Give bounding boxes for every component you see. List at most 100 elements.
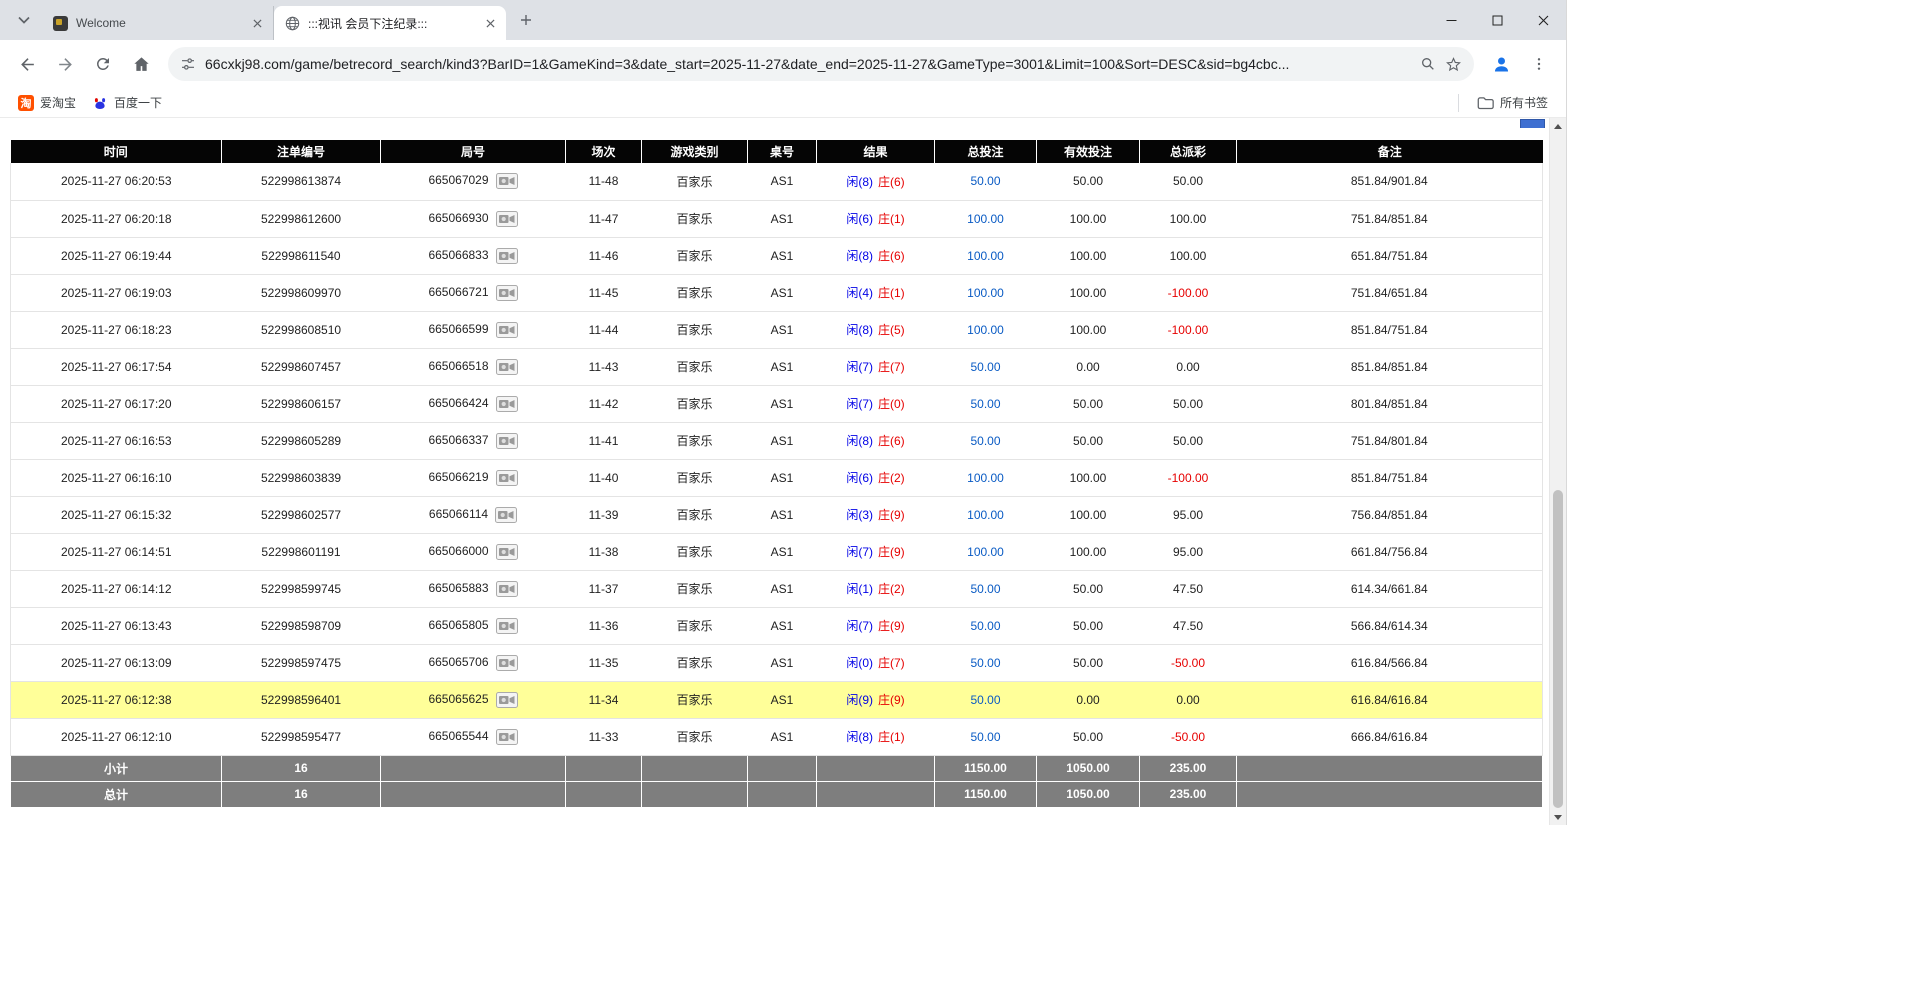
cell-table-no: AS1 (748, 274, 817, 311)
cell-result: 闲(8)庄(6) (817, 237, 935, 274)
bet-amount-link[interactable]: 100.00 (967, 545, 1004, 559)
bookmark-taobao[interactable]: 淘 爱淘宝 (10, 91, 84, 114)
tab-search-chevron-icon[interactable] (10, 6, 38, 34)
video-replay-icon[interactable] (496, 433, 518, 449)
col-table-no: 桌号 (748, 140, 817, 163)
cell-time: 2025-11-27 06:20:18 (11, 200, 222, 237)
cell-table-no: AS1 (748, 385, 817, 422)
tab-close-icon[interactable] (482, 15, 498, 31)
back-icon[interactable] (10, 47, 44, 81)
empty-cell (1237, 755, 1543, 781)
video-replay-icon[interactable] (496, 248, 518, 264)
bookmark-label: 爱淘宝 (40, 94, 76, 111)
bet-amount-link[interactable]: 50.00 (970, 656, 1000, 670)
bet-amount-link[interactable]: 100.00 (967, 212, 1004, 226)
url-text[interactable]: 66cxkj98.com/game/betrecord_search/kind3… (205, 56, 1411, 72)
home-icon[interactable] (124, 47, 158, 81)
maximize-button-icon[interactable] (1474, 0, 1520, 40)
cell-game-type: 百家乐 (642, 644, 748, 681)
scroll-up-icon[interactable] (1550, 118, 1566, 134)
video-replay-icon[interactable] (496, 581, 518, 597)
col-game-type: 游戏类别 (642, 140, 748, 163)
minimize-button-icon[interactable] (1428, 0, 1474, 40)
result-player: 闲(6) (846, 471, 873, 485)
video-replay-icon[interactable] (496, 359, 518, 375)
scrollbar-thumb[interactable] (1553, 490, 1563, 808)
video-replay-icon[interactable] (496, 173, 518, 189)
bookmark-star-icon[interactable] (1445, 56, 1462, 73)
table-row: 2025-11-27 06:15:32 522998602577 6650661… (11, 496, 1543, 533)
vertical-scrollbar[interactable] (1549, 118, 1566, 825)
partial-search-button[interactable] (1520, 119, 1545, 128)
reload-icon[interactable] (86, 47, 120, 81)
tab-close-icon[interactable] (249, 15, 265, 31)
video-replay-icon[interactable] (496, 618, 518, 634)
bet-amount-link[interactable]: 100.00 (967, 286, 1004, 300)
video-replay-icon[interactable] (495, 507, 517, 523)
bet-amount-link[interactable]: 50.00 (970, 730, 1000, 744)
cell-payout: 95.00 (1140, 496, 1237, 533)
result-banker: 庄(7) (878, 656, 905, 670)
cell-bet-id: 522998595477 (222, 718, 381, 755)
cell-bet-id: 522998605289 (222, 422, 381, 459)
video-replay-icon[interactable] (496, 655, 518, 671)
all-bookmarks[interactable]: 所有书签 (1469, 91, 1556, 114)
result-banker: 庄(1) (878, 730, 905, 744)
round-number: 665065544 (428, 729, 488, 743)
cell-result: 闲(7)庄(0) (817, 385, 935, 422)
cell-note: 566.84/614.34 (1237, 607, 1543, 644)
result-banker: 庄(1) (878, 286, 905, 300)
bet-amount-link[interactable]: 50.00 (970, 582, 1000, 596)
bet-records-table: 时间 注单编号 局号 场次 游戏类别 桌号 结果 总投注 有效投注 总派彩 备注… (10, 140, 1543, 808)
cell-bet-id: 522998603839 (222, 459, 381, 496)
table-row: 2025-11-27 06:14:51 522998601191 6650660… (11, 533, 1543, 570)
cell-bet-id: 522998608510 (222, 311, 381, 348)
site-info-icon[interactable] (180, 56, 196, 72)
new-tab-icon[interactable] (512, 6, 540, 34)
bet-amount-link[interactable]: 100.00 (967, 249, 1004, 263)
cell-result: 闲(8)庄(1) (817, 718, 935, 755)
video-replay-icon[interactable] (496, 470, 518, 486)
cell-payout: 0.00 (1140, 348, 1237, 385)
video-replay-icon[interactable] (496, 211, 518, 227)
cell-time: 2025-11-27 06:17:20 (11, 385, 222, 422)
bet-amount-link[interactable]: 50.00 (970, 619, 1000, 633)
bet-amount-link[interactable]: 50.00 (970, 693, 1000, 707)
result-player: 闲(8) (846, 323, 873, 337)
profile-avatar-icon[interactable] (1484, 47, 1518, 81)
video-replay-icon[interactable] (496, 544, 518, 560)
scroll-down-icon[interactable] (1550, 809, 1566, 825)
forward-icon[interactable] (48, 47, 82, 81)
video-replay-icon[interactable] (496, 729, 518, 745)
tab-welcome[interactable]: Welcome (42, 6, 274, 40)
bet-amount-link[interactable]: 50.00 (970, 397, 1000, 411)
bookmark-baidu[interactable]: 百度一下 (84, 91, 170, 114)
cell-game-type: 百家乐 (642, 422, 748, 459)
bet-amount-link[interactable]: 100.00 (967, 323, 1004, 337)
bet-amount-link[interactable]: 100.00 (967, 508, 1004, 522)
col-total-bet: 总投注 (935, 140, 1037, 163)
tab-bet-records[interactable]: :::视讯 会员下注纪录::: (274, 6, 506, 40)
video-replay-icon[interactable] (496, 396, 518, 412)
result-banker: 庄(2) (878, 582, 905, 596)
video-replay-icon[interactable] (496, 692, 518, 708)
video-replay-icon[interactable] (496, 285, 518, 301)
bet-amount-link[interactable]: 100.00 (967, 471, 1004, 485)
close-button-icon[interactable] (1520, 0, 1566, 40)
bet-amount-link[interactable]: 50.00 (970, 360, 1000, 374)
table-row: 2025-11-27 06:13:43 522998598709 6650658… (11, 607, 1543, 644)
cell-total-bet: 50.00 (935, 607, 1037, 644)
bet-amount-link[interactable]: 50.00 (970, 434, 1000, 448)
cell-valid-bet: 100.00 (1037, 311, 1140, 348)
cell-payout: 50.00 (1140, 163, 1237, 200)
total-total-bet: 1150.00 (935, 781, 1037, 807)
video-replay-icon[interactable] (496, 322, 518, 338)
empty-cell (817, 755, 935, 781)
zoom-icon[interactable] (1420, 56, 1436, 72)
url-bar[interactable]: 66cxkj98.com/game/betrecord_search/kind3… (168, 47, 1474, 81)
cell-payout: -100.00 (1140, 311, 1237, 348)
menu-kebab-icon[interactable] (1522, 47, 1556, 81)
cell-result: 闲(3)庄(9) (817, 496, 935, 533)
bet-amount-link[interactable]: 50.00 (970, 174, 1000, 188)
empty-cell (381, 755, 566, 781)
